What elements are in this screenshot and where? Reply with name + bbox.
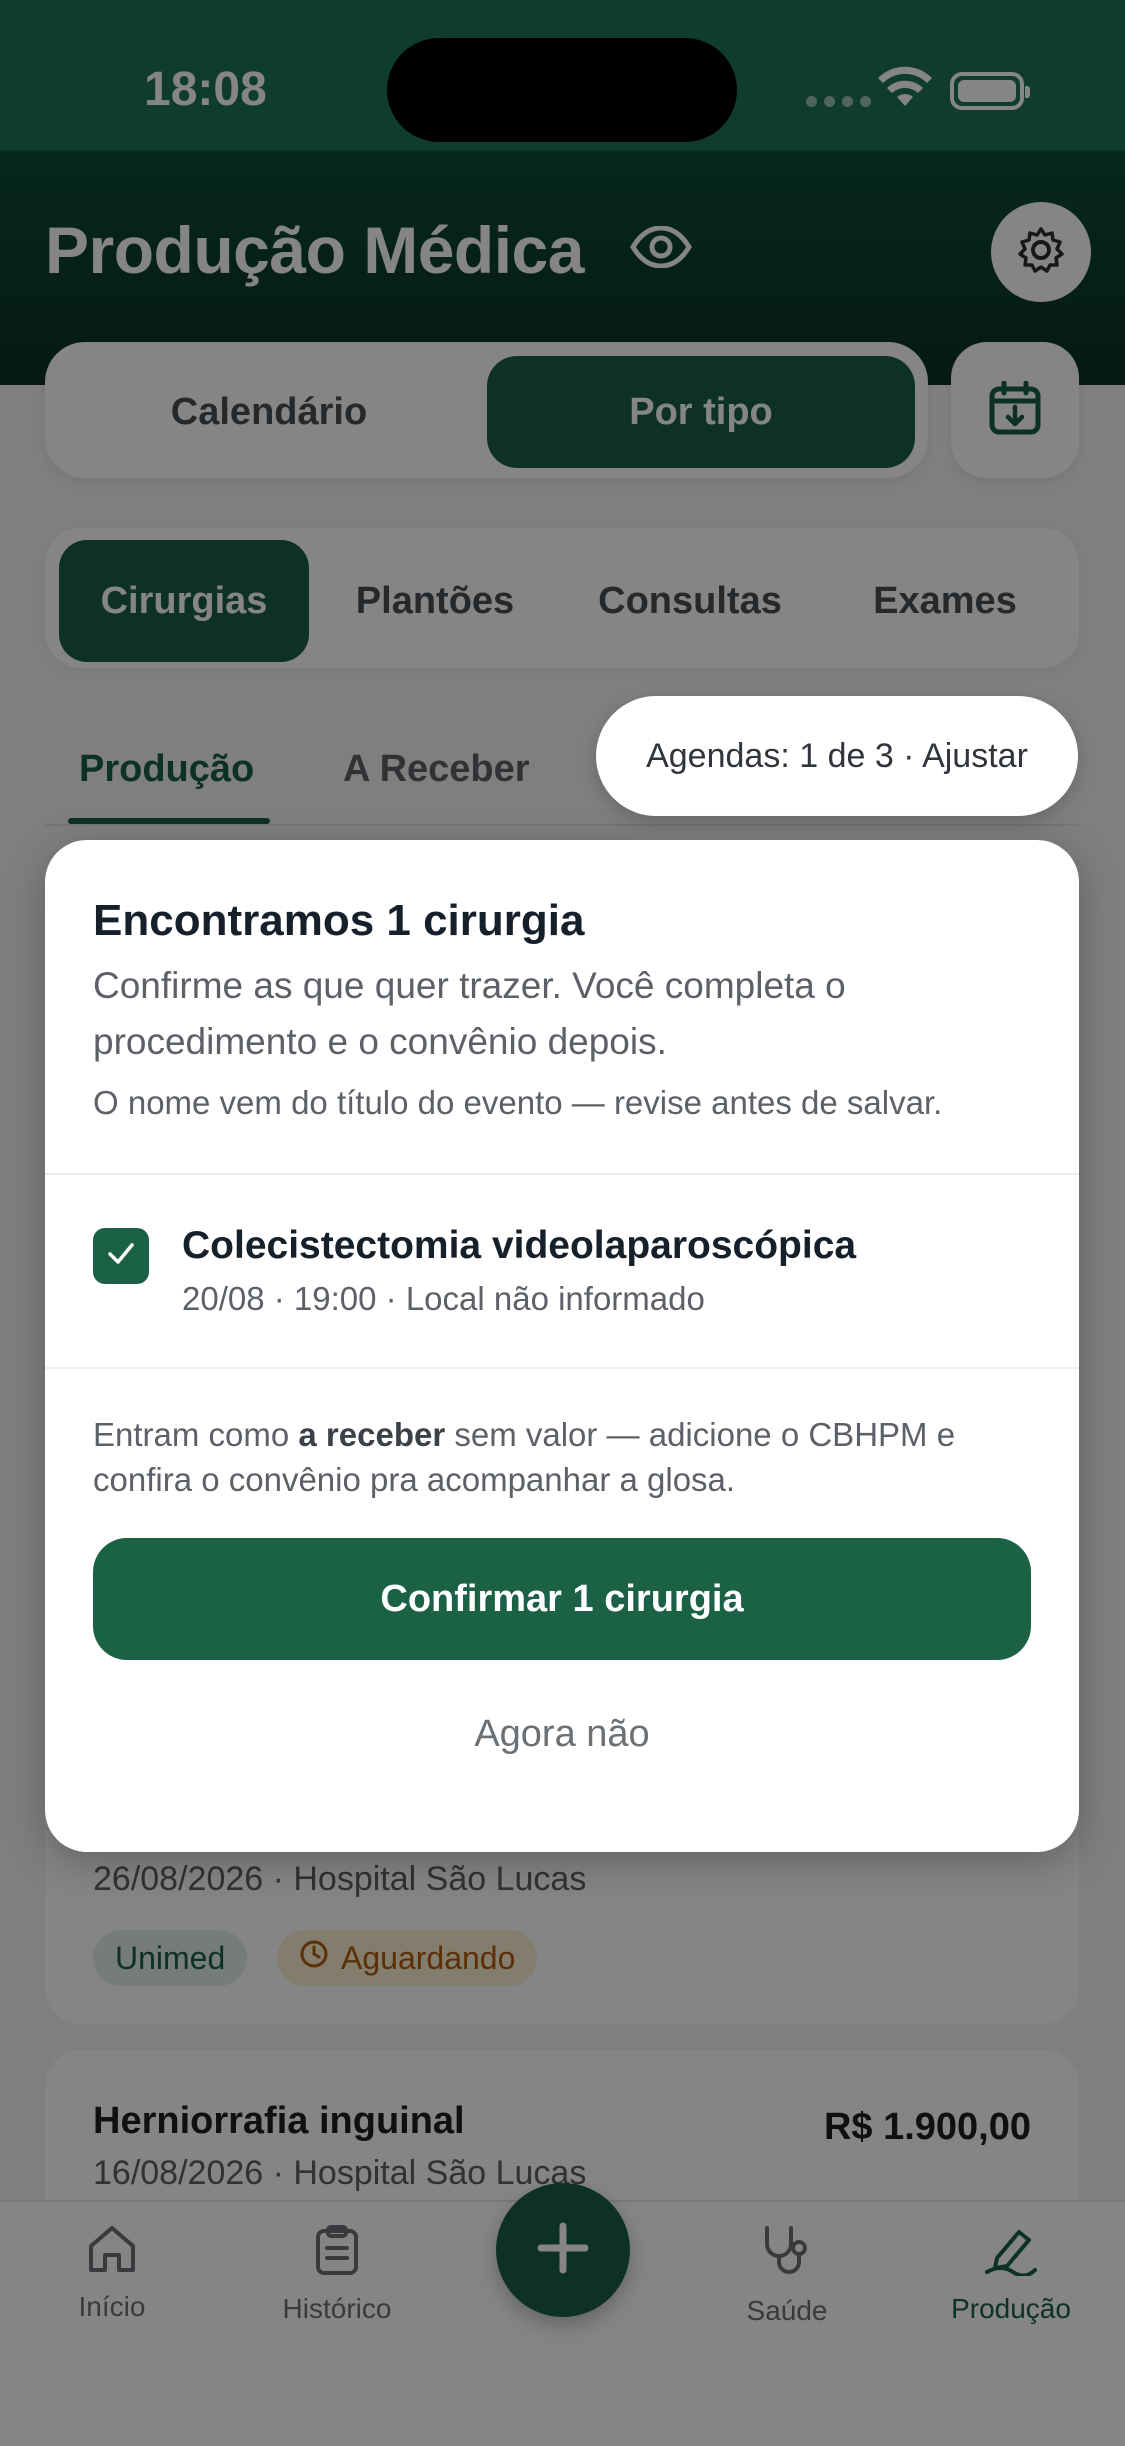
modal-description: Confirme as que quer trazer. Você comple… [93, 965, 846, 1062]
surgery-meta: 20/08 · 19:00 · Local não informado [182, 1280, 705, 1317]
divider [45, 1367, 1079, 1369]
checkmark-icon [106, 1241, 136, 1272]
agendas-adjust-pill[interactable]: Agendas: 1 de 3 · Ajustar [596, 696, 1078, 816]
surgery-name[interactable]: Colecistectomia videolaparoscópica [182, 1224, 856, 1268]
not-now-button[interactable]: Agora não [93, 1688, 1031, 1780]
import-surgeries-modal: Encontramos 1 cirurgia Confirme as que q… [45, 840, 1079, 1852]
divider [45, 1173, 1079, 1175]
modal-title: Encontramos 1 cirurgia [93, 896, 585, 945]
confirm-button[interactable]: Confirmar 1 cirurgia [93, 1538, 1031, 1660]
info-text: Entram como a receber sem valor — adicio… [93, 1416, 956, 1498]
modal-note: O nome vem do título do evento — revise … [93, 1084, 943, 1121]
surgery-checkbox[interactable] [93, 1228, 149, 1284]
